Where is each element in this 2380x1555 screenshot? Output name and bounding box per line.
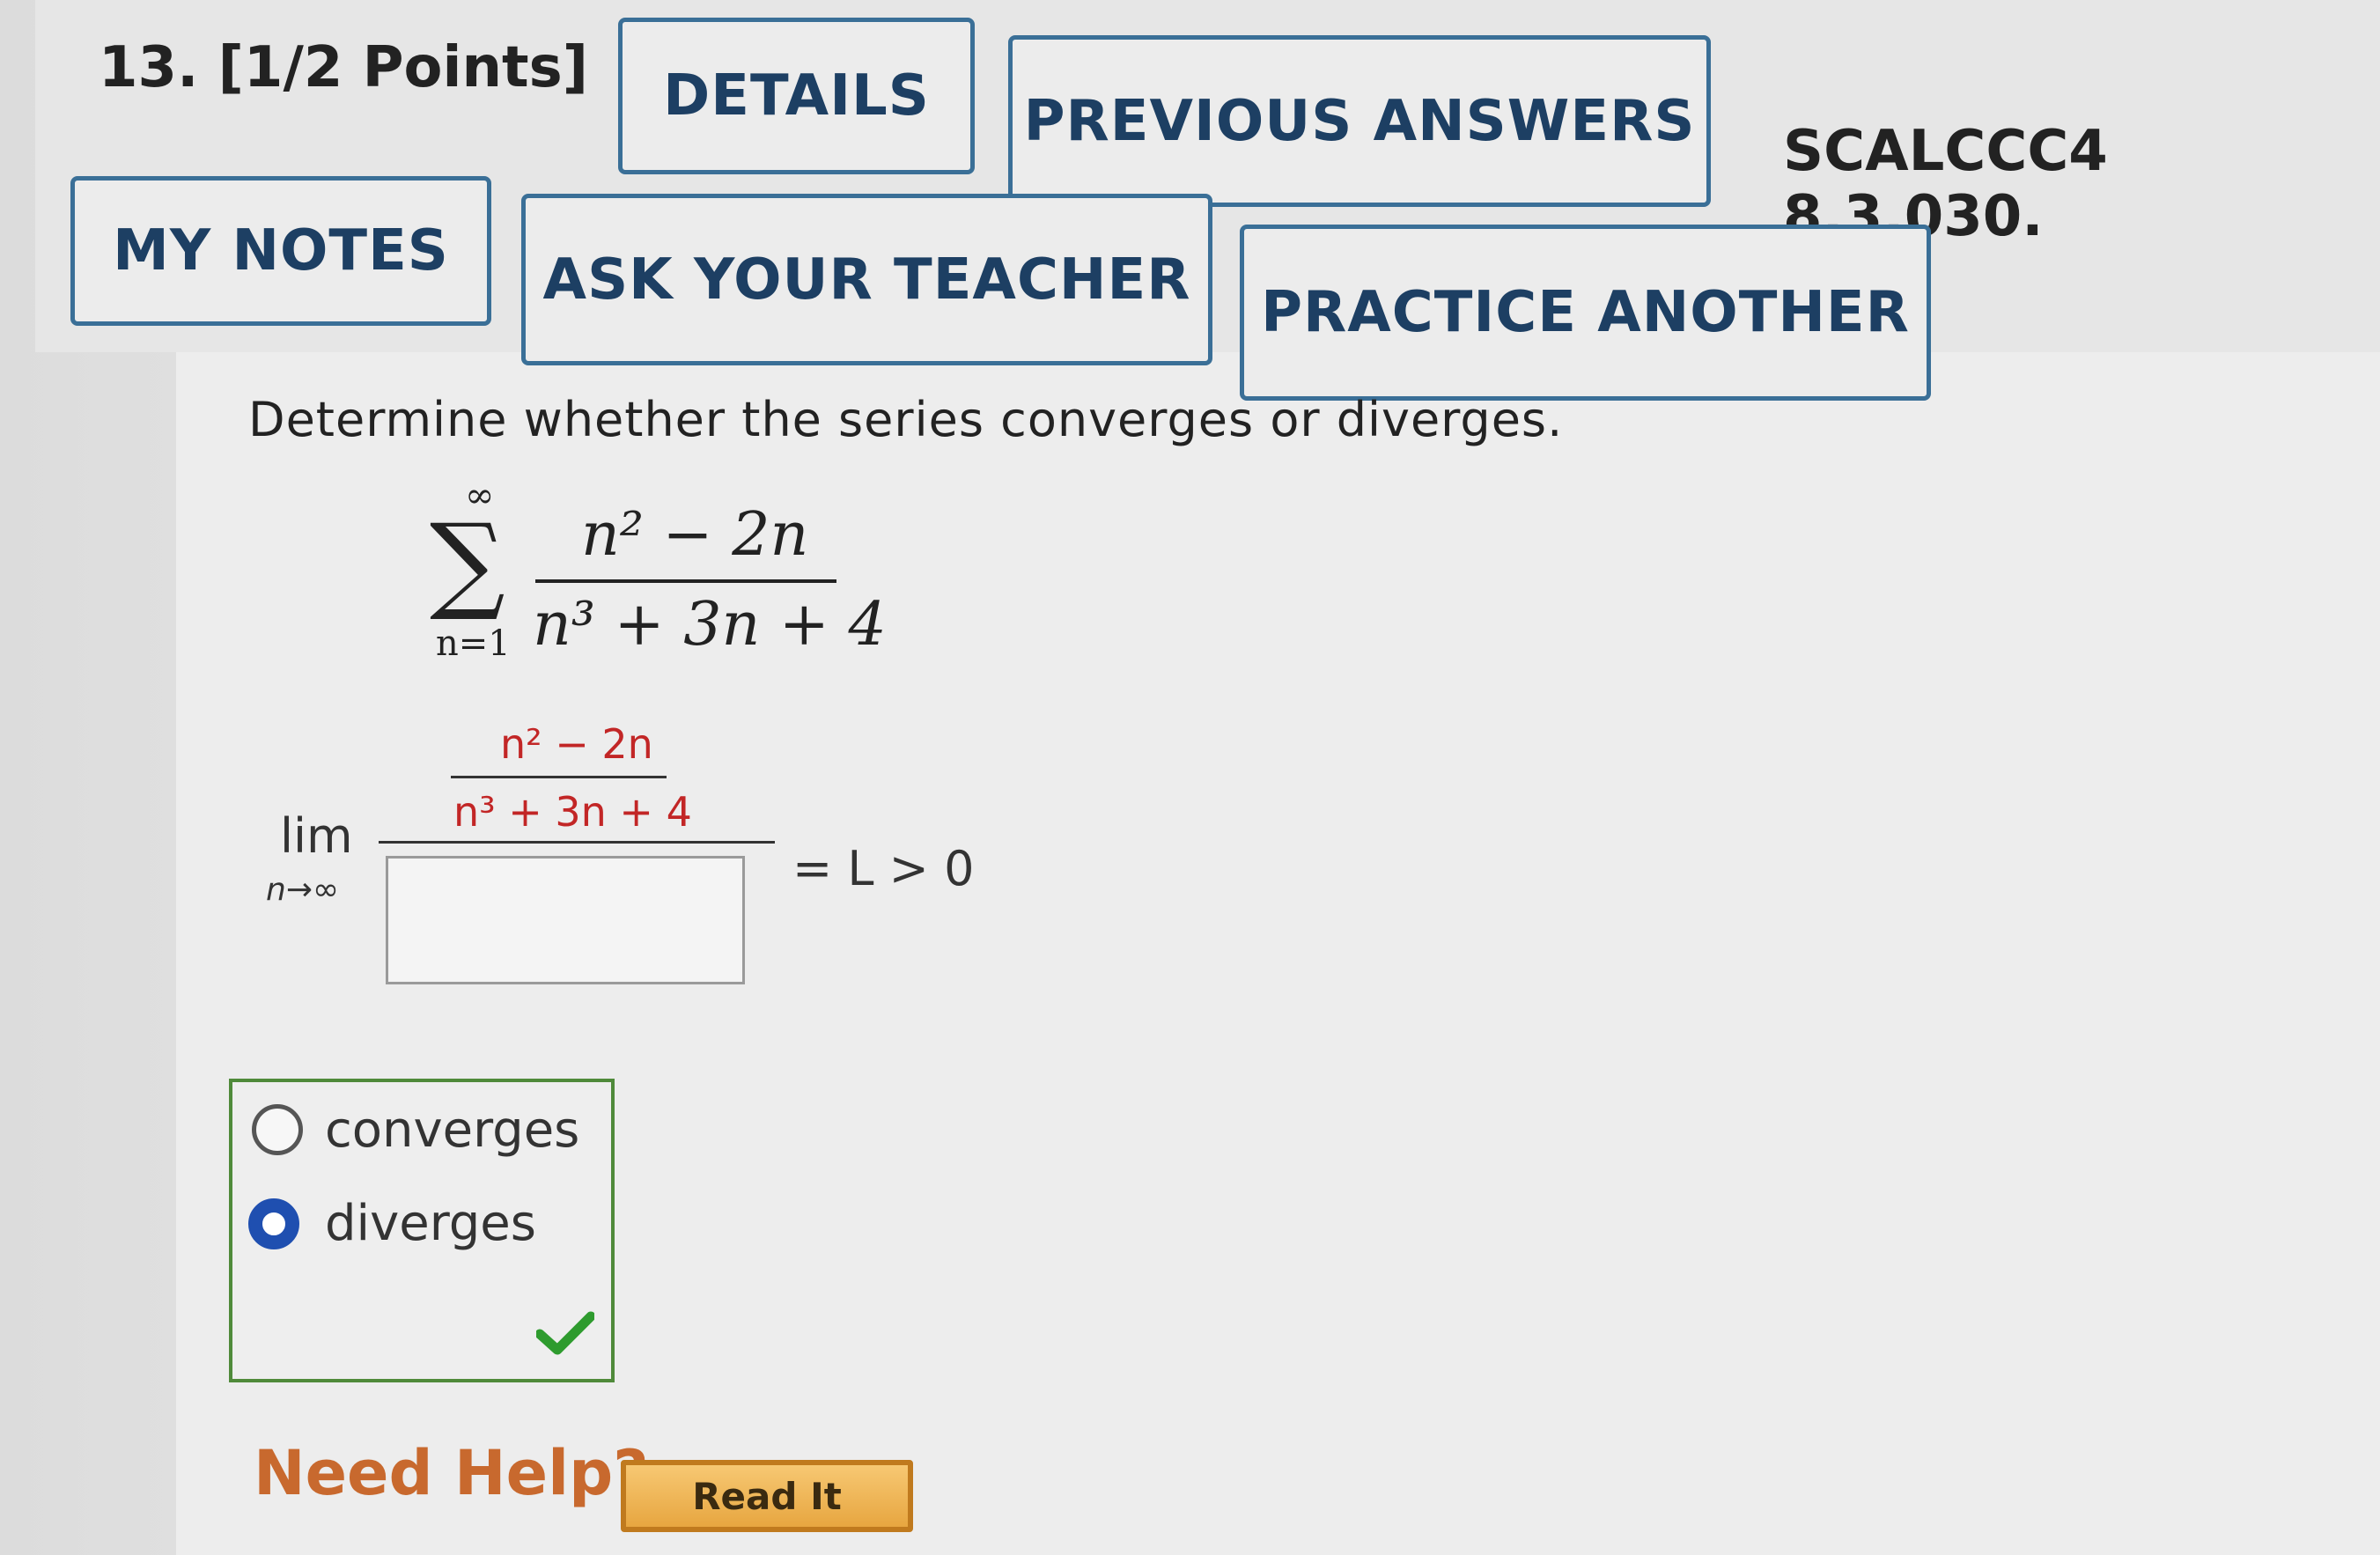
details-button[interactable]: DETAILS	[618, 18, 975, 174]
converges-label[interactable]: converges	[325, 1102, 579, 1159]
limit-answer-input[interactable]	[386, 856, 745, 984]
diverges-label[interactable]: diverges	[325, 1195, 536, 1252]
limit-inner-denominator: n³ + 3n + 4	[453, 788, 692, 836]
ask-your-teacher-button[interactable]: ASK YOUR TEACHER	[521, 194, 1212, 365]
read-it-button[interactable]: Read It	[621, 1460, 913, 1532]
converges-radio[interactable]	[252, 1104, 303, 1155]
previous-answers-label: PREVIOUS ANSWERS	[1023, 88, 1696, 154]
limit-outer-fraction-bar	[379, 841, 775, 844]
limit-inner-fraction-bar	[451, 776, 667, 778]
practice-another-label: PRACTICE ANOTHER	[1261, 280, 1910, 345]
my-notes-label: MY NOTES	[113, 218, 449, 284]
answer-choices: converges diverges	[229, 1079, 615, 1382]
previous-answers-button[interactable]: PREVIOUS ANSWERS	[1008, 35, 1711, 207]
need-help-label: Need Help?	[254, 1437, 649, 1509]
series-denominator: n³ + 3n + 4	[533, 590, 887, 660]
limit-inner-numerator: n² − 2n	[500, 720, 653, 768]
series-lower-limit: n=1	[436, 623, 511, 664]
details-label: DETAILS	[663, 63, 930, 129]
limit-rhs: = L > 0	[792, 841, 975, 896]
practice-another-button[interactable]: PRACTICE ANOTHER	[1240, 225, 1931, 401]
question-number-text: 13.	[99, 35, 199, 100]
series-numerator: n² − 2n	[581, 500, 809, 570]
ask-your-teacher-label: ASK YOUR TEACHER	[542, 247, 1191, 313]
question-prompt: Determine whether the series converges o…	[248, 392, 1564, 447]
limit-word: lim	[280, 808, 353, 864]
limit-subscript: n→∞	[266, 872, 339, 908]
my-notes-button[interactable]: MY NOTES	[70, 176, 491, 326]
question-points: [1/2 Points]	[217, 35, 588, 100]
read-it-label: Read It	[692, 1474, 842, 1518]
sigma-symbol: ∑	[430, 502, 505, 624]
check-icon	[536, 1311, 594, 1355]
series-fraction-bar	[535, 579, 836, 583]
question-number: 13. [1/2 Points]	[99, 35, 588, 100]
diverges-radio[interactable]	[248, 1198, 299, 1249]
